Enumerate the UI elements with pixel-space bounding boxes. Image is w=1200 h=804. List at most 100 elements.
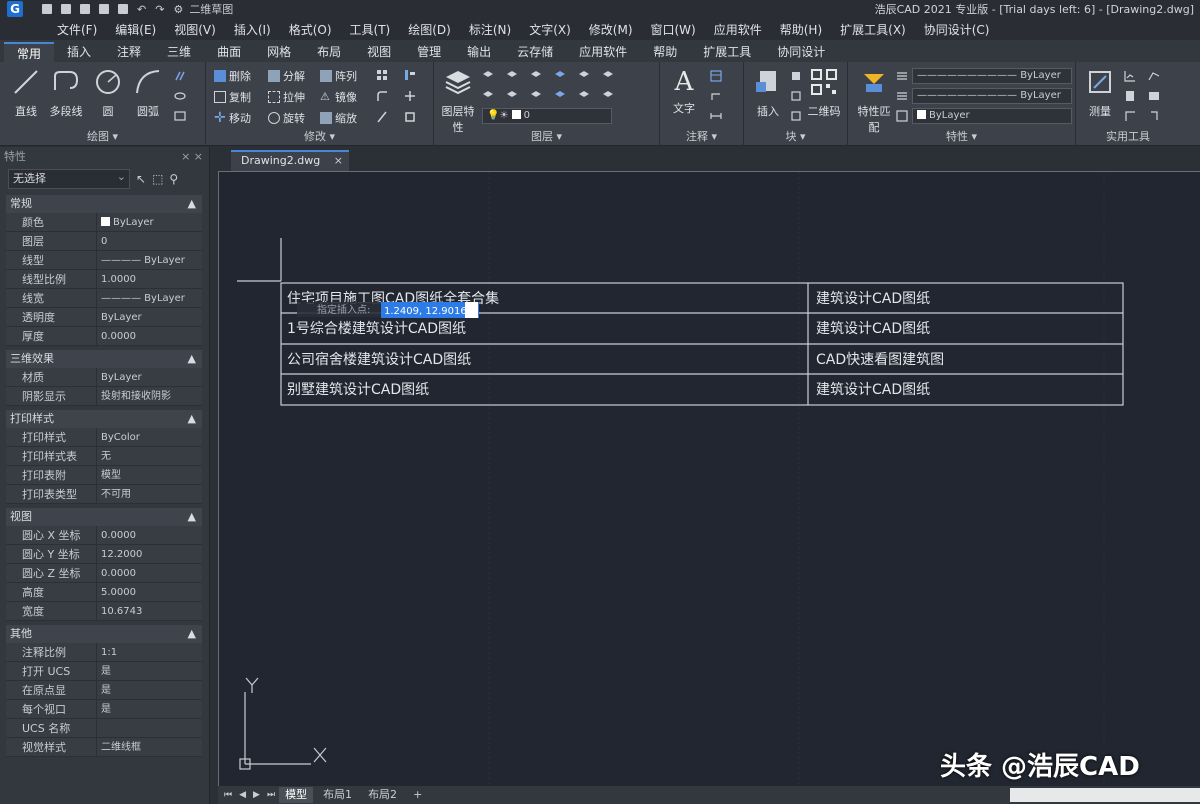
layer-panel-label[interactable]: 图层 ▾: [434, 128, 659, 144]
polyline-button[interactable]: 多段线: [46, 68, 86, 119]
circle-button[interactable]: 圆: [88, 68, 128, 119]
property-row[interactable]: 打印表附 模型: [6, 466, 202, 485]
property-row[interactable]: 打开 UCS 是: [6, 662, 202, 681]
menu-window[interactable]: 窗口(W): [642, 21, 705, 38]
open-file-icon[interactable]: [61, 4, 71, 14]
property-group-header[interactable]: 常规 ▲: [6, 195, 202, 213]
property-row[interactable]: 阴影显示 投射和接收阴影: [6, 387, 202, 406]
new-file-icon[interactable]: [42, 4, 52, 14]
layer-properties-button[interactable]: 图层特性: [438, 68, 478, 135]
property-value[interactable]: ———— ByLayer: [96, 289, 202, 307]
layer-tool-5-icon[interactable]: [578, 70, 590, 82]
property-value[interactable]: ByLayer: [96, 368, 202, 386]
layer-tool-12-icon[interactable]: [602, 90, 614, 102]
block-panel-label[interactable]: 块 ▾: [744, 128, 847, 144]
tab-view[interactable]: 视图: [354, 42, 404, 62]
document-tab[interactable]: Drawing2.dwg ×: [231, 150, 349, 171]
menu-insert[interactable]: 插入(I): [225, 21, 280, 38]
line-button[interactable]: 直线: [6, 68, 46, 119]
linetype-dropdown[interactable]: —————————— ByLayer: [912, 88, 1072, 104]
property-row[interactable]: 打印表类型 不可用: [6, 485, 202, 504]
color-dropdown[interactable]: —————————— ByLayer: [912, 68, 1072, 84]
property-row[interactable]: 线型 ———— ByLayer: [6, 251, 202, 270]
layer-tool-2-icon[interactable]: [506, 70, 518, 82]
cell-r1-c2[interactable]: 建筑设计CAD图纸: [816, 291, 930, 307]
layer-tool-3-icon[interactable]: [530, 70, 542, 82]
property-row[interactable]: 高度 5.0000: [6, 583, 202, 602]
workspace-selector[interactable]: 二维草图: [189, 1, 233, 17]
menu-tools[interactable]: 工具(T): [341, 21, 400, 38]
hatch-icon[interactable]: [174, 70, 186, 82]
cell-r2-c1[interactable]: 1号综合楼建筑设计CAD图纸: [287, 321, 466, 337]
quick-select-icon[interactable]: [1148, 110, 1160, 122]
print-icon[interactable]: [118, 4, 128, 14]
menu-ext-tools[interactable]: 扩展工具(X): [831, 21, 915, 38]
property-value[interactable]: 0: [96, 232, 202, 250]
property-value[interactable]: ByLayer: [96, 213, 202, 231]
cell-r4-c2[interactable]: 建筑设计CAD图纸: [816, 382, 930, 398]
menu-view[interactable]: 视图(V): [165, 21, 225, 38]
menu-file[interactable]: 文件(F): [48, 21, 106, 38]
rotate-button[interactable]: 旋转: [268, 110, 305, 126]
erase-button[interactable]: 删除: [214, 68, 251, 84]
collapse-caret-icon[interactable]: ▲: [188, 195, 196, 213]
property-value[interactable]: 二维线框: [96, 738, 202, 756]
property-value[interactable]: 12.2000: [96, 545, 202, 563]
collapse-caret-icon[interactable]: ▲: [188, 410, 196, 428]
property-row[interactable]: 视觉样式 二维线框: [6, 738, 202, 757]
scale-button[interactable]: 缩放: [320, 110, 357, 126]
property-row[interactable]: 线型比例 1.0000: [6, 270, 202, 289]
layer-tool-7-icon[interactable]: [482, 90, 494, 102]
menu-format[interactable]: 格式(O): [280, 21, 341, 38]
horizontal-scrollbar[interactable]: [1010, 788, 1200, 802]
property-row[interactable]: 注释比例 1:1: [6, 643, 202, 662]
utilities-panel-label[interactable]: 实用工具: [1076, 128, 1180, 144]
first-layout-icon[interactable]: ⏮: [224, 790, 232, 800]
collapse-caret-icon[interactable]: ▲: [188, 625, 196, 643]
layer-tool-11-icon[interactable]: [578, 90, 590, 102]
property-value[interactable]: ByLayer: [96, 308, 202, 326]
mirror-button[interactable]: ⚠ 镜像: [320, 89, 357, 105]
next-layout-icon[interactable]: ▶: [253, 790, 260, 800]
property-value[interactable]: 不可用: [96, 485, 202, 503]
edit-pline-icon[interactable]: [404, 111, 416, 123]
tab-add-layout[interactable]: +: [407, 787, 428, 803]
property-row[interactable]: 打印样式表无: [6, 447, 202, 466]
property-value[interactable]: 投射和接收阴影: [96, 387, 202, 405]
fillet-icon[interactable]: [376, 90, 388, 102]
property-value[interactable]: 无: [96, 447, 202, 465]
tab-help[interactable]: 帮助: [640, 42, 690, 62]
redo-icon[interactable]: ↷: [155, 4, 164, 15]
stretch-button[interactable]: 拉伸: [268, 89, 305, 105]
property-value[interactable]: 模型: [96, 466, 202, 484]
modify-panel-label[interactable]: 修改 ▾: [206, 128, 433, 144]
property-row[interactable]: 厚度 0.0000: [6, 327, 202, 346]
property-row[interactable]: 圆心 X 坐标 0.0000: [6, 526, 202, 545]
cell-r2-c2[interactable]: 建筑设计CAD图纸: [816, 321, 930, 337]
menu-modify[interactable]: 修改(M): [580, 21, 642, 38]
selection-dropdown[interactable]: 无选择: [8, 168, 130, 189]
layer-tool-4-icon[interactable]: [554, 70, 566, 82]
layer-dropdown[interactable]: 💡☀ 0: [482, 108, 612, 124]
property-value[interactable]: 是: [96, 662, 202, 680]
copy-button[interactable]: 复制: [214, 89, 251, 105]
menu-help[interactable]: 帮助(H): [771, 21, 831, 38]
align-icon[interactable]: [404, 69, 416, 81]
property-row[interactable]: 圆心 Y 坐标 12.2000: [6, 545, 202, 564]
arc-button[interactable]: 圆弧: [128, 68, 168, 119]
property-row[interactable]: 颜色 ByLayer: [6, 213, 202, 232]
attribute-icon[interactable]: [790, 110, 802, 122]
cell-r3-c1[interactable]: 公司宿舍楼建筑设计CAD图纸: [287, 351, 471, 368]
layer-tool-9-icon[interactable]: [530, 90, 542, 102]
dimension-icon[interactable]: [710, 110, 722, 122]
cell-r4-c1[interactable]: 别墅建筑设计CAD图纸: [287, 382, 429, 398]
property-group-header[interactable]: 其他 ▲: [6, 625, 202, 643]
tab-surface[interactable]: 曲面: [204, 42, 254, 62]
move-button[interactable]: ✛ 移动: [214, 110, 251, 126]
prev-layout-icon[interactable]: ◀: [239, 790, 246, 800]
property-value[interactable]: 5.0000: [96, 583, 202, 601]
collapse-caret-icon[interactable]: ▲: [188, 508, 196, 526]
lineweight-list-icon[interactable]: [896, 110, 908, 122]
rectangle-icon[interactable]: [174, 110, 186, 122]
layer-tool-1-icon[interactable]: [482, 70, 494, 82]
